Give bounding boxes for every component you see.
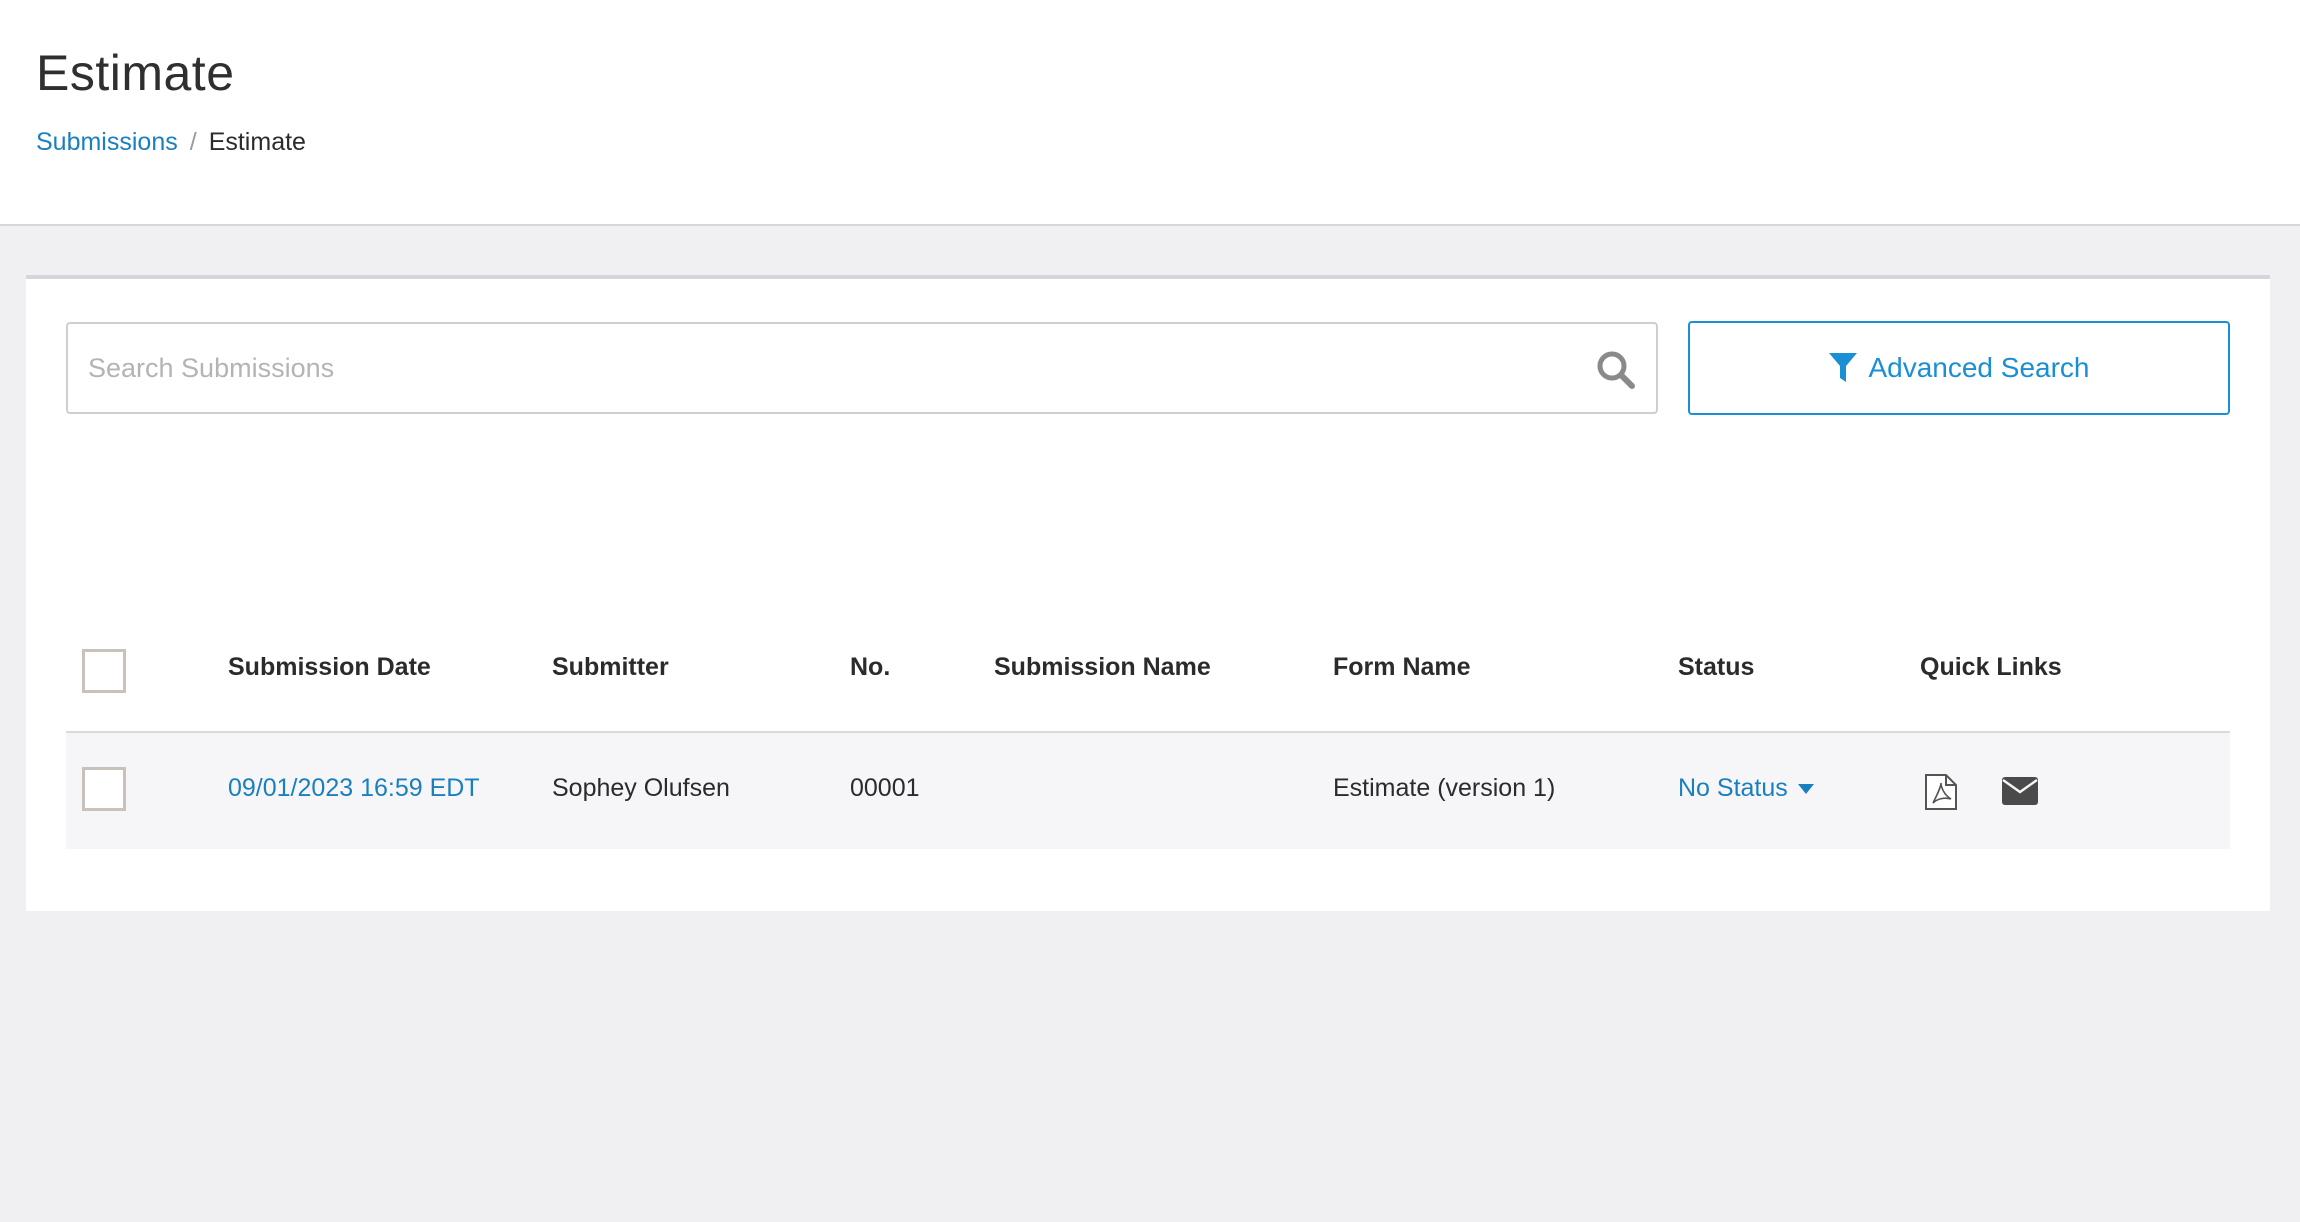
column-quick-links: Quick Links: [1920, 653, 2062, 681]
submissions-panel: Advanced Search Submission Date Submitte…: [26, 275, 2270, 911]
table-row[interactable]: 09/01/2023 16:59 EDT Sophey Olufsen 0000…: [66, 733, 2230, 849]
breadcrumb: Submissions / Estimate: [36, 128, 306, 157]
advanced-search-label: Advanced Search: [1868, 352, 2090, 383]
mail-icon[interactable]: [2002, 777, 2038, 805]
form-name-cell: Estimate (version 1): [1333, 774, 1556, 802]
number-cell: 00001: [850, 774, 920, 802]
page-title: Estimate: [36, 45, 235, 101]
column-submitter[interactable]: Submitter: [552, 653, 669, 682]
column-submission-name[interactable]: Submission Name: [994, 653, 1211, 682]
page-header: Estimate Submissions / Estimate: [0, 0, 2300, 226]
search-input[interactable]: [88, 324, 1568, 412]
advanced-search-button[interactable]: Advanced Search: [1688, 321, 2230, 415]
table-header: Submission Date Submitter No. Submission…: [66, 619, 2230, 733]
status-label: No Status: [1678, 774, 1788, 802]
status-dropdown[interactable]: No Status: [1678, 774, 1814, 803]
row-checkbox[interactable]: [82, 767, 126, 811]
submissions-table: Submission Date Submitter No. Submission…: [66, 619, 2230, 849]
submission-date-link[interactable]: 09/01/2023 16:59 EDT: [228, 774, 480, 803]
column-submission-date[interactable]: Submission Date: [228, 653, 431, 682]
search-icon[interactable]: [1596, 350, 1636, 390]
submitter-cell: Sophey Olufsen: [552, 774, 730, 802]
search-box: [66, 322, 1658, 414]
breadcrumb-submissions-link[interactable]: Submissions: [36, 128, 178, 157]
column-number[interactable]: No.: [850, 653, 890, 682]
column-form-name[interactable]: Form Name: [1333, 653, 1471, 682]
breadcrumb-separator: /: [189, 128, 197, 156]
caret-down-icon: [1797, 783, 1814, 794]
breadcrumb-current: Estimate: [208, 128, 306, 156]
column-status[interactable]: Status: [1678, 653, 1754, 682]
filter-icon: [1829, 353, 1858, 382]
pdf-icon[interactable]: [1924, 773, 1958, 811]
select-all-checkbox[interactable]: [82, 649, 126, 693]
